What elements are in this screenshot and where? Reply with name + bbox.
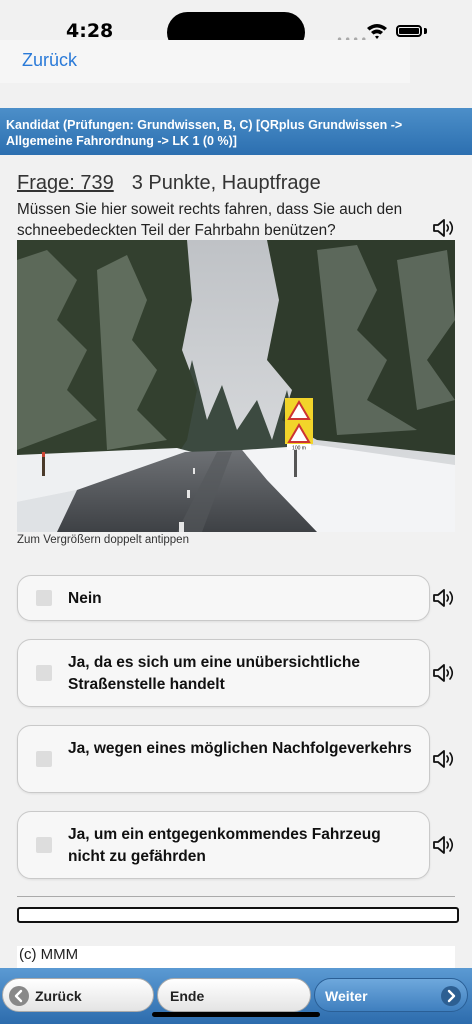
session-header: Kandidat (Prüfungen: Grundwissen, B, C) …: [0, 108, 472, 155]
speaker-icon[interactable]: [432, 587, 456, 609]
answer-label: Ja, da es sich um eine unübersichtliche …: [68, 654, 361, 693]
home-indicator: [152, 1012, 320, 1017]
chevron-right-icon: [441, 986, 461, 1006]
status-bar: 4:28 ••••: [0, 0, 472, 53]
question-number[interactable]: Frage: 739: [17, 172, 114, 194]
answer-checkbox[interactable]: [36, 590, 52, 606]
answer-label: Nein: [68, 590, 102, 607]
answer-label: Ja, um ein entgegenkommendes Fahrzeug ni…: [68, 826, 381, 865]
answer-label: Ja, wegen eines möglichen Nachfolgeverke…: [68, 740, 412, 757]
copyright-text: (c) MMM: [17, 946, 455, 968]
back-button[interactable]: Zurück: [2, 978, 154, 1012]
answer-option-2[interactable]: Ja, da es sich um eine unübersichtliche …: [17, 639, 430, 707]
zoom-hint: Zum Vergrößern doppelt antippen: [17, 534, 189, 546]
answer-option-3[interactable]: Ja, wegen eines möglichen Nachfolgeverke…: [17, 725, 430, 793]
nav-bar: Zurück: [0, 40, 410, 83]
answer-checkbox[interactable]: [36, 665, 52, 681]
status-time: 4:28: [66, 20, 114, 42]
back-button-label: Zurück: [35, 988, 82, 1004]
question-text: Müssen Sie hier soweit rechts fahren, da…: [17, 201, 403, 239]
answer-checkbox[interactable]: [36, 837, 52, 853]
end-button[interactable]: Ende: [157, 978, 311, 1012]
end-button-label: Ende: [170, 988, 205, 1004]
divider: [17, 896, 455, 897]
next-button[interactable]: Weiter: [314, 978, 468, 1012]
nav-back-link[interactable]: Zurück: [22, 50, 77, 71]
answer-option-1[interactable]: Nein: [17, 575, 430, 621]
answer-option-4[interactable]: Ja, um ein entgegenkommendes Fahrzeug ni…: [17, 811, 430, 879]
speaker-icon[interactable]: [432, 662, 456, 684]
speaker-icon[interactable]: [432, 834, 456, 856]
speaker-icon[interactable]: [432, 748, 456, 770]
chevron-left-icon: [9, 986, 29, 1006]
question-points: 3 Punkte, Hauptfrage: [131, 172, 321, 194]
question-photo[interactable]: 100 m: [17, 240, 455, 532]
wifi-icon: [367, 24, 387, 39]
battery-icon: [396, 25, 422, 37]
answer-checkbox[interactable]: [36, 751, 52, 767]
question-heading: Frage: 739 3 Punkte, Hauptfrage: [17, 172, 457, 198]
next-button-label: Weiter: [325, 988, 368, 1004]
snowy-road-image: 100 m: [17, 240, 455, 532]
progress-bar: [17, 907, 459, 923]
sign-plate-text: 100 m: [292, 446, 306, 452]
question-block: Frage: 739 3 Punkte, Hauptfrage Müssen Si…: [17, 172, 457, 241]
battery-cap: [424, 28, 427, 34]
speaker-icon[interactable]: [432, 217, 456, 239]
